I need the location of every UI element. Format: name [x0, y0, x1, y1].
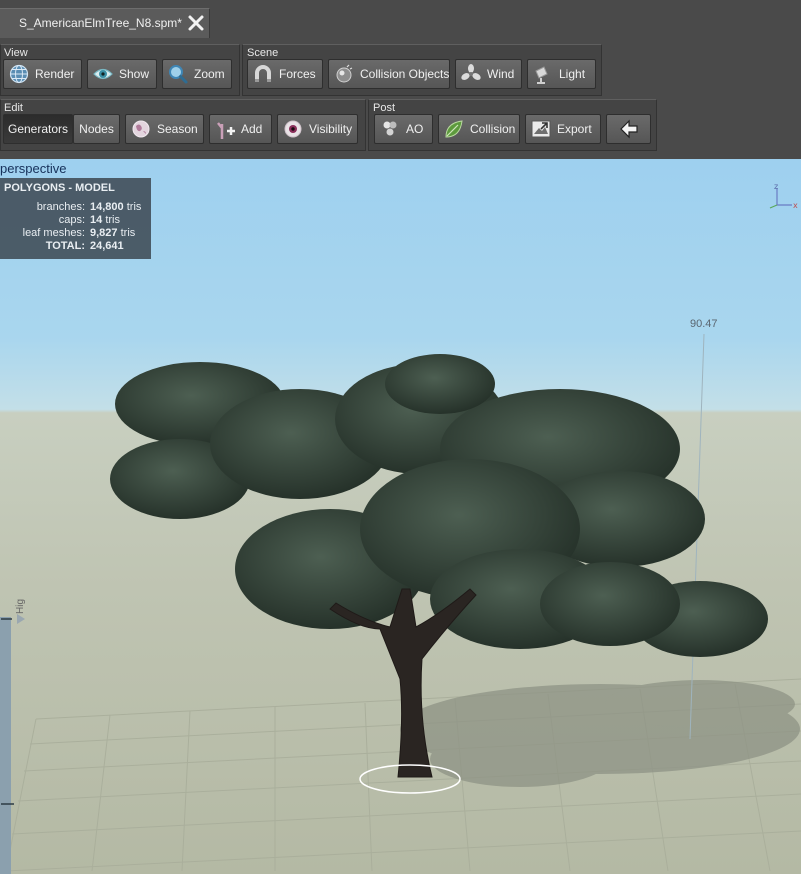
view-group-label: View [4, 47, 28, 59]
polygon-row-leaf-meshes: leaf meshes: 9,827 tris [0, 227, 151, 240]
nodes-button[interactable]: Nodes [73, 114, 120, 144]
svg-text:z: z [774, 184, 778, 191]
polygon-row-branches: branches: 14,800 tris [0, 201, 151, 214]
scene-group-label: Scene [247, 47, 279, 59]
eyeball-icon [282, 118, 304, 140]
polygons-panel: POLYGONS - MODEL branches: 14,800 tris c… [0, 178, 151, 259]
polygon-row-value: 9,827 tris [90, 227, 136, 239]
edit-group-label: Edit [4, 102, 23, 114]
back-arrow-button[interactable] [606, 114, 651, 144]
season-label: Season [157, 122, 198, 136]
wind-label: Wind [487, 67, 515, 81]
height-slider[interactable] [0, 614, 25, 874]
export-label: Export [557, 122, 592, 136]
polygon-row-label: caps: [58, 214, 85, 226]
main-toolbar: View Render Show Zoom Scene Forces Colli… [0, 38, 801, 159]
ao-spheres-icon [379, 118, 401, 140]
polygons-title: POLYGONS - MODEL [4, 182, 115, 194]
render-label: Render [35, 67, 75, 81]
eye-icon [92, 63, 114, 85]
tree-scene [0, 333, 801, 874]
close-icon[interactable] [186, 13, 206, 33]
polygon-row-label: branches: [36, 201, 85, 213]
zoom-button[interactable]: Zoom [162, 59, 232, 89]
visibility-button[interactable]: Visibility [277, 114, 358, 144]
ao-label: AO [406, 122, 424, 136]
sphere-icon [333, 63, 355, 85]
ao-button[interactable]: AO [374, 114, 433, 144]
axis-gizmo-icon: z x [766, 182, 800, 210]
nodes-label: Nodes [79, 122, 114, 136]
magnet-icon [252, 63, 274, 85]
zoom-label: Zoom [194, 67, 225, 81]
show-button[interactable]: Show [87, 59, 157, 89]
export-image-icon [530, 118, 552, 140]
polygon-row-label: leaf meshes: [22, 227, 85, 239]
tab-title: S_AmericanElmTree_N8.spm* [19, 16, 182, 30]
visibility-label: Visibility [309, 122, 353, 136]
forces-button[interactable]: Forces [247, 59, 323, 89]
svg-text:x: x [793, 201, 798, 210]
post-group-label: Post [373, 102, 396, 114]
add-button[interactable]: Add [209, 114, 272, 144]
polygon-row-total: TOTAL: 24,641 [0, 240, 151, 253]
spotlight-icon [532, 63, 554, 85]
season-globe-icon [130, 118, 152, 140]
collision-objects-label: Collision Objects [360, 67, 450, 81]
light-label: Light [559, 67, 586, 81]
leaf-icon [443, 118, 465, 140]
polygon-row-caps: caps: 14 tris [0, 214, 151, 227]
globe-icon [8, 63, 30, 85]
collision-label: Collision [470, 122, 516, 136]
export-button[interactable]: Export [525, 114, 601, 144]
viewport-mode-label[interactable]: perspective [0, 161, 66, 176]
height-slider-label: Hig [15, 598, 26, 614]
season-button[interactable]: Season [125, 114, 204, 144]
3d-viewport[interactable]: perspective POLYGONS - MODEL branches: 1… [0, 159, 801, 874]
add-branch-icon [214, 118, 236, 140]
tab-bar: S_AmericanElmTree_N8.spm* [0, 0, 801, 38]
height-readout: 90.47 [690, 318, 718, 330]
document-tab[interactable]: S_AmericanElmTree_N8.spm* [0, 8, 210, 38]
polygon-row-value: 14,800 tris [90, 201, 142, 213]
render-button[interactable]: Render [3, 59, 82, 89]
polygon-row-value: 24,641 [90, 240, 124, 252]
magnifier-icon [167, 63, 189, 85]
tree-foliage [110, 354, 768, 657]
polygon-row-label: TOTAL: [45, 240, 85, 252]
collision-button[interactable]: Collision [438, 114, 520, 144]
tree-shadow [400, 680, 800, 787]
light-button[interactable]: Light [527, 59, 596, 89]
wind-button[interactable]: Wind [455, 59, 522, 89]
show-label: Show [119, 67, 150, 81]
generators-label: Generators [7, 122, 69, 136]
forces-label: Forces [279, 67, 316, 81]
add-label: Add [241, 122, 263, 136]
left-arrow-icon [618, 118, 640, 140]
polygon-row-value: 14 tris [90, 214, 120, 226]
generators-button[interactable]: Generators [3, 114, 73, 144]
fan-icon [460, 63, 482, 85]
collision-objects-button[interactable]: Collision Objects [328, 59, 450, 89]
